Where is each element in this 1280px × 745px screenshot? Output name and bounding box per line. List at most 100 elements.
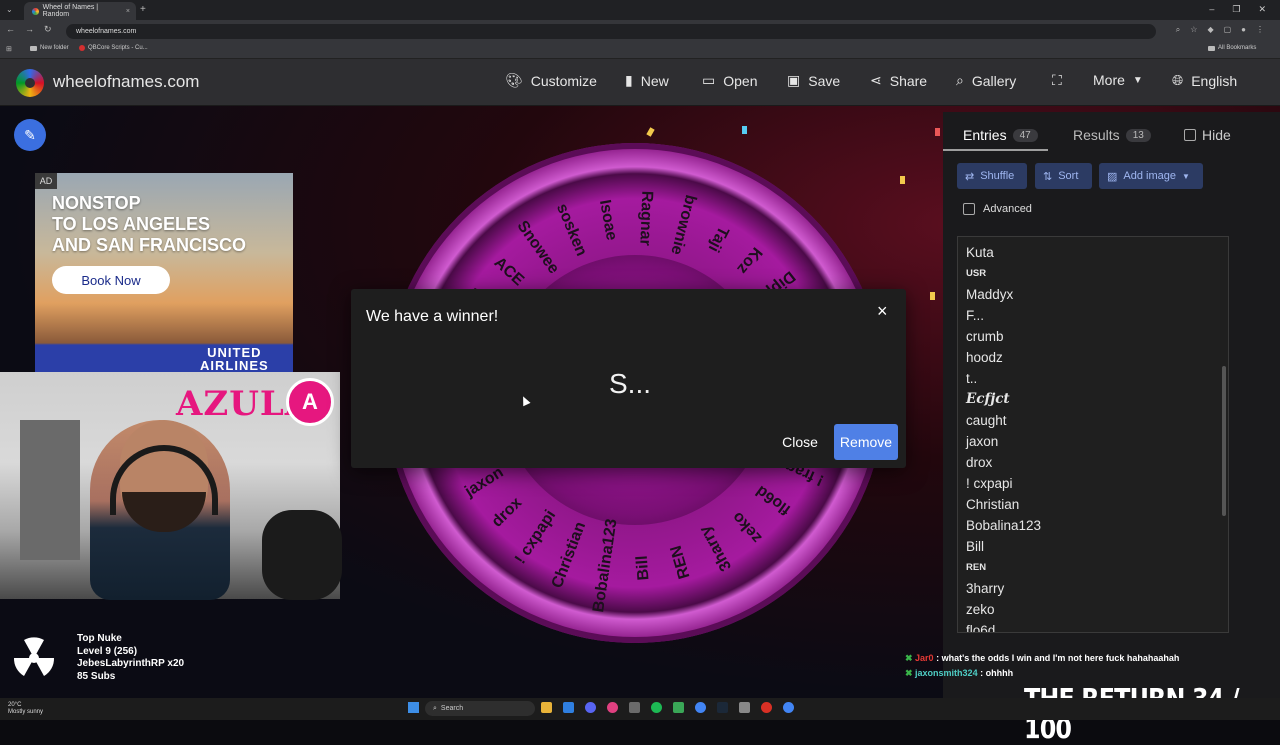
wheel-label: Bill xyxy=(634,555,653,581)
entry-item[interactable]: drox xyxy=(966,452,1228,473)
bookmark-new-folder[interactable]: New folder xyxy=(30,45,69,51)
fullscreen-button[interactable]: ⛶ xyxy=(1052,72,1062,89)
tab-entries[interactable]: Entries 47 xyxy=(963,127,1038,143)
entry-item[interactable]: crumb xyxy=(966,326,1228,347)
advanced-toggle[interactable]: Advanced xyxy=(963,203,1032,215)
edit-pencil-button[interactable]: ✎ xyxy=(14,119,46,151)
profile-avatar-icon[interactable]: ● xyxy=(1241,25,1246,35)
app-icon[interactable] xyxy=(761,702,772,713)
zoom-icon[interactable]: ⌕ xyxy=(1176,25,1180,35)
shuffle-button[interactable]: ⇄ Shuffle xyxy=(957,163,1027,189)
tab-list-icon[interactable]: ⌄ xyxy=(6,5,13,14)
tab-close-icon[interactable]: × xyxy=(126,8,130,15)
wheel-label: REN xyxy=(668,543,694,580)
customize-button[interactable]: 🎨︎ Customize xyxy=(505,72,597,89)
weather-widget[interactable]: 20°C Mostly sunny xyxy=(8,702,43,716)
address-bar[interactable]: wheelofnames.com xyxy=(66,24,1156,39)
microphone xyxy=(262,510,342,600)
entry-item[interactable]: ! cxpapi xyxy=(966,473,1228,494)
chat-message: ✖ jaxonsmith324 : ohhhh xyxy=(905,668,1014,678)
extension-icon[interactable]: ◆ xyxy=(1207,25,1213,35)
hide-toggle[interactable]: Hide xyxy=(1184,127,1231,143)
entry-item[interactable]: Christian xyxy=(966,494,1228,515)
qbcore-favicon-icon xyxy=(79,45,85,51)
minimize-icon[interactable]: – xyxy=(1209,4,1214,15)
app-icon[interactable] xyxy=(629,702,640,713)
app-icon[interactable] xyxy=(739,702,750,713)
chrome-icon[interactable] xyxy=(695,702,706,713)
ad-book-now-button[interactable]: Book Now xyxy=(52,266,170,294)
entry-item[interactable]: caught xyxy=(966,410,1228,431)
chat-message: ✖ Jar0 : what's the odds I win and I'm n… xyxy=(905,653,1180,663)
windows-start-icon[interactable] xyxy=(408,702,419,713)
file-icon: ▮ xyxy=(625,72,633,88)
close-button[interactable]: Close xyxy=(777,429,823,455)
nav-buttons: ← → ↻ xyxy=(6,24,52,35)
app-icon[interactable] xyxy=(607,702,618,713)
mail-icon[interactable] xyxy=(563,702,574,713)
entry-item[interactable]: 3harry xyxy=(966,578,1228,599)
wheel-label: flo6d xyxy=(753,482,794,518)
app-icon[interactable] xyxy=(673,702,684,713)
wheel-label: drox xyxy=(489,494,526,530)
bookmark-qbcore[interactable]: QBCore Scripts - Cu... xyxy=(79,45,148,51)
back-icon[interactable]: ← xyxy=(6,24,15,35)
tab-results[interactable]: Results 13 xyxy=(1073,127,1151,143)
entry-item[interactable]: jaxon xyxy=(966,431,1228,452)
entry-item[interactable]: Kuta xyxy=(966,242,1228,263)
wheel-label: ! cxpapi xyxy=(512,507,559,567)
advanced-checkbox[interactable] xyxy=(963,203,975,215)
confetti xyxy=(742,126,747,134)
share-button[interactable]: ⋖ Share xyxy=(870,72,927,89)
apps-grid-icon[interactable]: ⊞ xyxy=(6,45,12,53)
ad-airline-name: UNITED AIRLINES xyxy=(200,345,269,373)
open-button[interactable]: ▭ Open xyxy=(702,72,757,89)
entry-item[interactable]: Bobalina123 xyxy=(966,515,1228,536)
site-brand[interactable]: wheelofnames.com xyxy=(53,72,199,92)
taskbar-search[interactable]: ⌕ Search xyxy=(425,701,535,716)
extensions-puzzle-icon[interactable]: ▢ xyxy=(1224,25,1232,35)
entry-item[interactable]: t.. xyxy=(966,368,1228,389)
dialog-close-icon[interactable]: × xyxy=(877,301,888,322)
entry-item[interactable]: REN xyxy=(966,557,1228,578)
entry-item[interactable]: hoodz xyxy=(966,347,1228,368)
browser-tab[interactable]: Wheel of Names | Random × xyxy=(24,2,136,20)
discord-icon[interactable] xyxy=(585,702,596,713)
reload-icon[interactable]: ↻ xyxy=(44,24,52,35)
entry-item[interactable]: F... xyxy=(966,305,1228,326)
language-button[interactable]: 🌐︎ English xyxy=(1172,72,1237,89)
new-tab-icon[interactable]: + xyxy=(140,4,146,15)
spotify-icon[interactable] xyxy=(651,702,662,713)
gallery-button[interactable]: ⌕ Gallery xyxy=(956,72,1016,89)
entries-scrollbar[interactable] xyxy=(1222,366,1226,516)
browser-menu-icon[interactable]: ⋮ xyxy=(1256,25,1264,35)
hide-checkbox[interactable] xyxy=(1184,129,1196,141)
entry-item[interactable]: USR xyxy=(966,263,1228,284)
wheel-label: Ragnar xyxy=(636,190,655,246)
maximize-icon[interactable]: ❐ xyxy=(1232,4,1240,15)
entry-item[interactable]: Bill xyxy=(966,536,1228,557)
file-explorer-icon[interactable] xyxy=(541,702,552,713)
wheel-logo-icon[interactable] xyxy=(16,69,44,97)
save-button[interactable]: ▣ Save xyxy=(787,72,840,89)
chrome-icon[interactable] xyxy=(783,702,794,713)
entry-item[interactable]: Maddyx xyxy=(966,284,1228,305)
entries-count-badge: 47 xyxy=(1012,128,1038,142)
entry-item[interactable]: zeko xyxy=(966,599,1228,620)
entry-item[interactable]: flo6d xyxy=(966,620,1228,632)
remove-button[interactable]: Remove xyxy=(834,424,898,460)
new-button[interactable]: ▮ New xyxy=(625,72,669,89)
bookmark-all[interactable]: All Bookmarks xyxy=(1208,45,1256,51)
entries-textarea[interactable]: Kuta USR Maddyx F... crumb hoodz t.. Ecfjct caug… xyxy=(957,236,1229,633)
forward-icon[interactable]: → xyxy=(25,24,34,35)
sort-button[interactable]: ⇅ Sort xyxy=(1035,163,1092,189)
entry-item[interactable]: Ecfjct xyxy=(966,389,1228,410)
window-controls: – ❐ ✕ xyxy=(1209,4,1266,15)
close-window-icon[interactable]: ✕ xyxy=(1258,4,1266,15)
more-button[interactable]: More ▼ xyxy=(1093,72,1143,88)
bookmark-star-icon[interactable]: ☆ xyxy=(1190,25,1197,35)
tab-title: Wheel of Names | Random xyxy=(42,4,99,18)
steam-icon[interactable] xyxy=(717,702,728,713)
save-icon: ▣ xyxy=(787,72,801,88)
add-image-button[interactable]: ▨ Add image ▼ xyxy=(1099,163,1203,189)
